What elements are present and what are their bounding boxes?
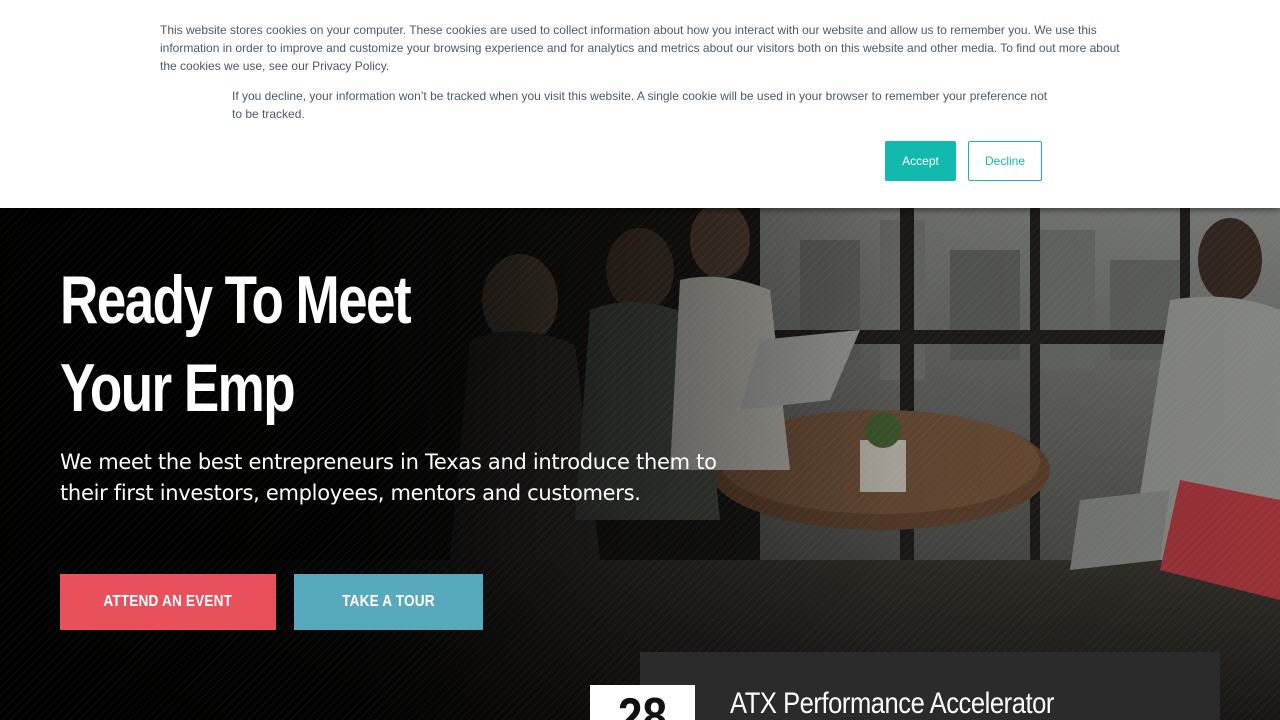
cookie-consent-banner: This website stores cookies on your comp… <box>0 0 1280 208</box>
decline-cookies-button[interactable]: Decline <box>968 141 1042 181</box>
attend-event-button[interactable]: ATTEND AN EVENT <box>60 574 276 630</box>
cookie-decline-note: If you decline, your information won’t b… <box>232 89 1048 121</box>
accept-cookies-button[interactable]: Accept <box>885 141 956 181</box>
event-title[interactable]: ATX Performance Accelerator <box>730 684 1054 720</box>
take-tour-button[interactable]: TAKE A TOUR <box>294 574 483 630</box>
event-day: 28 <box>617 688 668 720</box>
take-tour-button-label: TAKE A TOUR <box>342 593 435 610</box>
hero-subtitle: We meet the best entrepreneurs in Texas … <box>60 450 717 505</box>
hero-title: Ready To Meet Your Emp <box>60 256 466 432</box>
hero-title-line-2: Your Emp <box>60 350 296 426</box>
cookie-message: This website stores cookies on your comp… <box>160 23 1120 73</box>
event-date-badge: 28 <box>590 685 695 720</box>
hero-title-line-1: Ready To Meet <box>60 262 412 338</box>
attend-event-button-label: ATTEND AN EVENT <box>103 593 233 610</box>
